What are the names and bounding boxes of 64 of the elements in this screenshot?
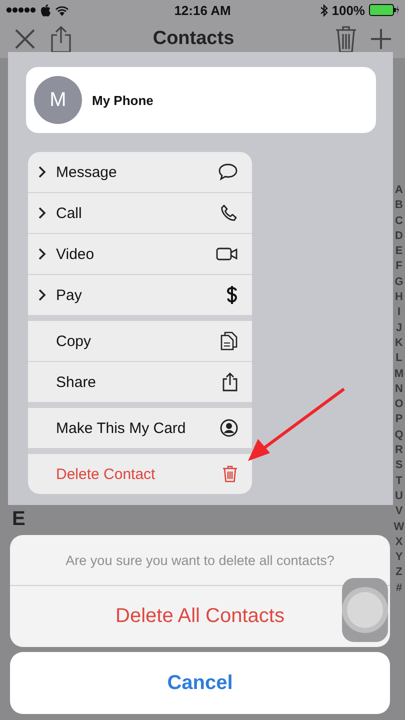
index-letter[interactable]: K: [395, 336, 403, 352]
index-letter[interactable]: F: [396, 259, 402, 275]
index-letter[interactable]: Y: [395, 550, 403, 566]
person-circle-icon: [220, 419, 238, 437]
index-letter[interactable]: L: [396, 351, 402, 367]
menu-item[interactable]: Copy: [28, 321, 252, 361]
share-icon[interactable]: [50, 25, 72, 53]
contact-card[interactable]: M My Phone: [26, 67, 376, 133]
apple-icon: [40, 4, 51, 16]
menu-item[interactable]: Make This My Card: [28, 408, 252, 448]
index-letter[interactable]: J: [396, 320, 402, 336]
index-letter[interactable]: T: [396, 474, 402, 489]
menu-item[interactable]: Delete Contact: [28, 454, 252, 494]
video-camera-icon: [216, 247, 238, 261]
index-letter[interactable]: #: [396, 580, 402, 596]
add-icon[interactable]: [371, 29, 391, 49]
wifi-icon: [55, 4, 69, 16]
index-letter[interactable]: O: [394, 397, 404, 412]
index-letter[interactable]: U: [395, 488, 403, 504]
chevron-icon: [38, 166, 46, 178]
section-header: E: [12, 508, 26, 530]
index-letter[interactable]: C: [395, 214, 403, 229]
index-letter[interactable]: H: [395, 290, 403, 306]
menu-item[interactable]: Video: [28, 233, 252, 274]
phone-icon: [220, 204, 238, 222]
chevron-icon: [38, 248, 46, 260]
index-letter[interactable]: Q: [394, 428, 404, 444]
assistive-touch-overlay[interactable]: [342, 578, 388, 642]
battery-icon: [368, 4, 399, 16]
contact-name: My Phone: [92, 92, 154, 108]
share-icon: [222, 372, 238, 392]
index-letter[interactable]: S: [395, 458, 403, 474]
index-letter[interactable]: A: [395, 183, 403, 198]
close-icon[interactable]: [14, 28, 36, 50]
index-letter[interactable]: W: [394, 520, 404, 535]
delete-all-button[interactable]: Delete All Contacts: [10, 586, 390, 647]
index-letter[interactable]: I: [397, 305, 401, 321]
cancel-button[interactable]: Cancel: [10, 652, 390, 714]
index-letter[interactable]: B: [395, 198, 403, 214]
menu-item[interactable]: Call: [28, 192, 252, 233]
nav-title: Contacts: [152, 28, 236, 50]
trash-icon[interactable]: [335, 25, 357, 53]
index-letter[interactable]: N: [395, 382, 403, 398]
signal-icon: [6, 7, 36, 13]
battery-percentage: 100%: [332, 2, 365, 18]
bluetooth-icon: [320, 4, 328, 16]
index-letter[interactable]: P: [395, 412, 403, 428]
index-letter[interactable]: M: [394, 366, 404, 382]
chevron-icon: [38, 289, 46, 301]
dollar-icon: [226, 285, 238, 305]
trash-icon: [222, 465, 238, 483]
avatar: M: [34, 76, 82, 124]
speech-bubble-icon: [218, 163, 238, 181]
index-letter[interactable]: E: [395, 244, 403, 260]
copy-icon: [220, 331, 238, 351]
chevron-icon: [38, 207, 46, 219]
index-letter[interactable]: D: [395, 228, 403, 244]
menu-item[interactable]: Message: [28, 152, 252, 192]
index-letter[interactable]: X: [395, 534, 403, 550]
index-letter[interactable]: V: [395, 504, 403, 520]
index-letter[interactable]: R: [395, 443, 403, 458]
index-letter[interactable]: Z: [396, 565, 402, 581]
index-letter[interactable]: G: [394, 274, 404, 290]
status-time: 12:16 AM: [174, 2, 231, 18]
